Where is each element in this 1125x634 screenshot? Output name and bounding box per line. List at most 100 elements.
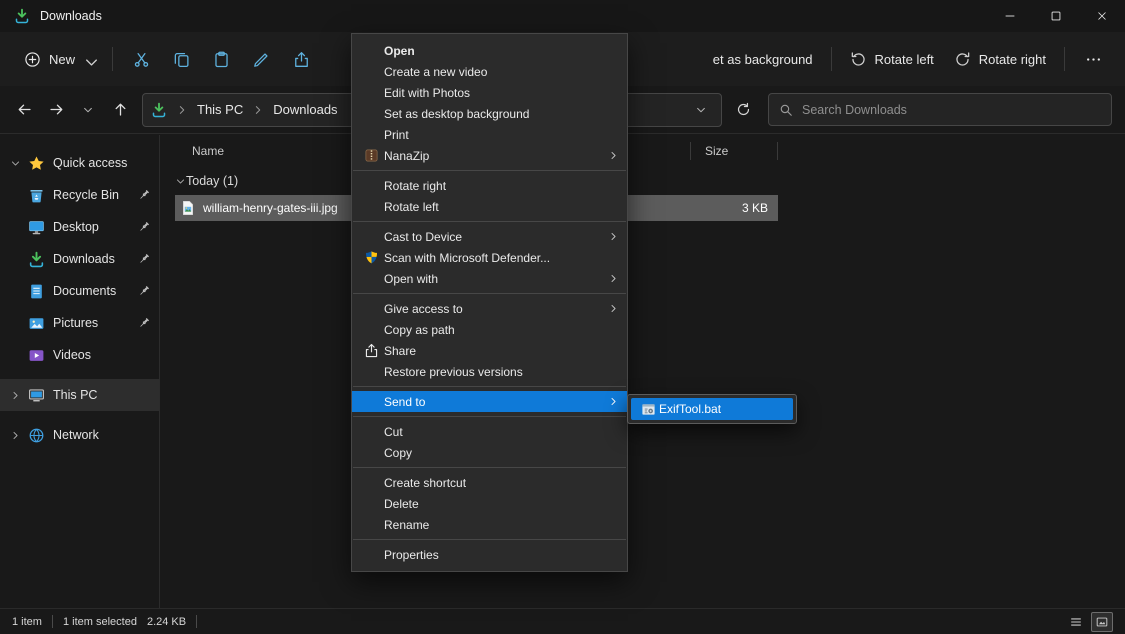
context-menu-item[interactable]: NanaZip — [352, 145, 627, 166]
context-menu-item[interactable]: Share — [352, 340, 627, 361]
rotate-left-label: Rotate left — [875, 52, 934, 67]
context-menu-item[interactable]: Create a new video — [352, 61, 627, 82]
defender-shield-icon — [359, 250, 384, 266]
context-menu-item[interactable]: Send to — [352, 391, 627, 412]
breadcrumb-this-pc[interactable]: This PC — [191, 99, 249, 120]
sidebar-item[interactable]: Downloads — [0, 243, 159, 275]
selection-info: 1 item selected — [63, 616, 137, 628]
recent-locations-button[interactable] — [72, 94, 104, 126]
context-menu-item[interactable]: Restore previous versions — [352, 361, 627, 382]
submenu-item-label: ExifTool.bat — [659, 402, 787, 416]
sidebar-item[interactable]: Documents — [0, 275, 159, 307]
toolbar-divider — [112, 47, 113, 71]
sidebar-item[interactable]: Desktop — [0, 211, 159, 243]
close-button[interactable] — [1079, 0, 1125, 32]
context-menu-item-label: Cast to Device — [384, 230, 605, 244]
maximize-button[interactable] — [1033, 0, 1079, 32]
menu-divider — [353, 386, 626, 387]
sidebar-item-label: Network — [53, 428, 137, 442]
toolbar-divider — [831, 47, 832, 71]
minimize-button[interactable] — [987, 0, 1033, 32]
context-menu-item[interactable]: Create shortcut — [352, 472, 627, 493]
context-menu-item[interactable]: Rename — [352, 514, 627, 535]
videos-icon — [28, 347, 45, 364]
rotate-left-button[interactable]: Rotate left — [840, 41, 944, 77]
chevron-down-icon — [83, 54, 94, 65]
context-menu-item[interactable]: Set as desktop background — [352, 103, 627, 124]
breadcrumb-downloads[interactable]: Downloads — [267, 99, 343, 120]
ellipsis-icon — [1085, 51, 1102, 68]
sidebar-item[interactable]: Quick access — [0, 147, 159, 179]
context-menu-item-label: Create a new video — [384, 65, 605, 79]
menu-divider — [353, 221, 626, 222]
paste-button[interactable] — [201, 41, 241, 77]
chevron-down-icon — [175, 176, 186, 187]
rotate-right-button[interactable]: Rotate right — [944, 41, 1056, 77]
forward-button[interactable] — [40, 94, 72, 126]
toolbar-right-group: et as background Rotate left Rotate righ… — [703, 41, 1113, 77]
details-view-button[interactable] — [1065, 612, 1087, 632]
context-menu-item[interactable]: Give access to — [352, 298, 627, 319]
search-input[interactable] — [802, 103, 1101, 117]
context-menu-item-label: Create shortcut — [384, 476, 605, 490]
selection-size: 2.24 KB — [147, 616, 186, 628]
more-options-button[interactable] — [1073, 41, 1113, 77]
menu-divider — [353, 467, 626, 468]
address-dropdown-button[interactable] — [689, 104, 713, 116]
new-button-label: New — [49, 52, 75, 67]
column-header-size[interactable]: Size — [705, 144, 728, 158]
column-divider[interactable] — [777, 142, 778, 160]
sidebar-item[interactable]: Videos — [0, 339, 159, 371]
new-button[interactable]: New — [14, 41, 104, 77]
sidebar-item[interactable]: Recycle Bin — [0, 179, 159, 211]
paste-icon — [213, 51, 230, 68]
sidebar-item-label: Recycle Bin — [53, 188, 137, 202]
rotate-right-label: Rotate right — [979, 52, 1046, 67]
group-header-today[interactable]: Today (1) — [161, 167, 1125, 195]
context-menu-item[interactable]: Cast to Device — [352, 226, 627, 247]
pin-icon — [137, 284, 151, 298]
rename-button[interactable] — [241, 41, 281, 77]
context-menu-item[interactable]: Print — [352, 124, 627, 145]
share-button[interactable] — [281, 41, 321, 77]
recycle-bin-icon — [28, 187, 45, 204]
back-button[interactable] — [8, 94, 40, 126]
column-header-name[interactable]: Name — [161, 144, 224, 158]
sidebar-item[interactable]: Pictures — [0, 307, 159, 339]
chevron-down-icon — [82, 104, 94, 116]
context-menu-item[interactable]: Delete — [352, 493, 627, 514]
context-menu-item[interactable]: Rotate left — [352, 196, 627, 217]
context-menu-item[interactable]: Open — [352, 40, 627, 61]
context-menu-item[interactable]: Scan with Microsoft Defender... — [352, 247, 627, 268]
back-arrow-icon — [17, 102, 32, 117]
context-menu-item[interactable]: Edit with Photos — [352, 82, 627, 103]
context-menu-item-label: Properties — [384, 548, 605, 562]
chevron-right-icon[interactable] — [10, 389, 26, 401]
context-menu-item[interactable]: Copy as path — [352, 319, 627, 340]
refresh-button[interactable] — [726, 94, 760, 126]
exiftool-icon — [637, 401, 659, 417]
sidebar-item[interactable]: This PC — [0, 379, 159, 411]
search-box — [768, 93, 1112, 126]
cut-button[interactable] — [121, 41, 161, 77]
context-menu-item[interactable]: Cut — [352, 421, 627, 442]
scissors-icon — [133, 51, 150, 68]
thumbnail-view-button[interactable] — [1091, 612, 1113, 632]
chevron-down-icon[interactable] — [10, 157, 26, 169]
submenu-item[interactable]: ExifTool.bat — [631, 398, 793, 420]
copy-button[interactable] — [161, 41, 201, 77]
context-menu-item-label: Copy as path — [384, 323, 605, 337]
copy-icon — [173, 51, 190, 68]
status-divider — [52, 615, 53, 628]
up-button[interactable] — [104, 94, 136, 126]
context-menu-item[interactable]: Properties — [352, 544, 627, 565]
chevron-right-icon[interactable] — [10, 429, 26, 441]
sidebar-item[interactable]: Network — [0, 419, 159, 451]
image-file-icon — [180, 200, 196, 216]
set-as-background-button[interactable]: et as background — [703, 41, 823, 77]
context-menu-item[interactable]: Copy — [352, 442, 627, 463]
column-divider[interactable] — [690, 142, 691, 160]
context-menu-item[interactable]: Open with — [352, 268, 627, 289]
context-menu-item[interactable]: Rotate right — [352, 175, 627, 196]
refresh-icon — [736, 102, 751, 117]
